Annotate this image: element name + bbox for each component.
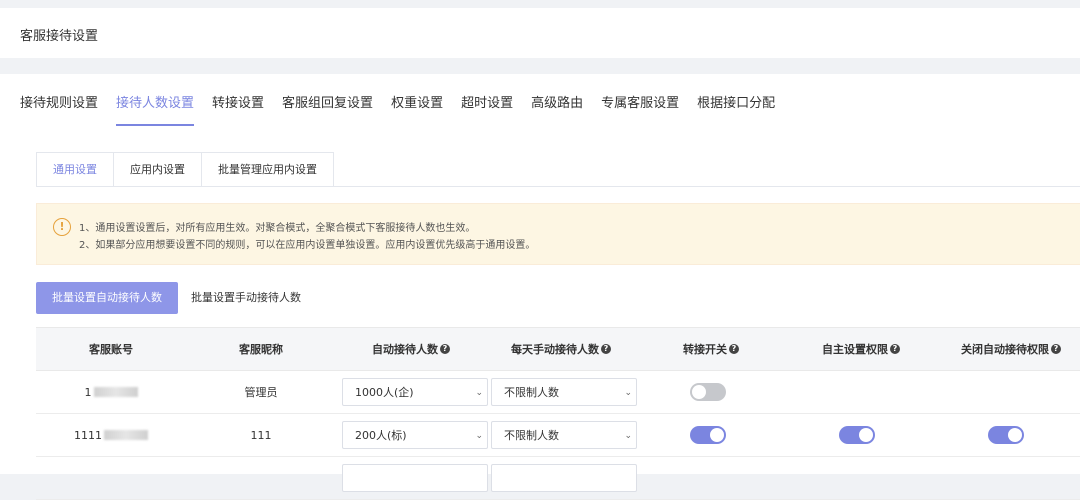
help-icon[interactable]: ? [440,344,450,354]
header-manual-count: 每天手动接待人数? [486,328,636,370]
toggle-knob [1008,428,1022,442]
auto-count-select[interactable]: 1000人(企) ⌄ [342,378,488,406]
batch-manual-button[interactable]: 批量设置手动接待人数 [191,282,301,314]
main-tabs: 接待规则设置 接待人数设置 转接设置 客服组回复设置 权重设置 超时设置 高级路… [20,94,793,128]
notice-line-2: 2、如果部分应用想要设置不同的规则，可以在应用内设置单独设置。应用内设置优先级高… [79,240,536,251]
account-cell: 1111 [36,414,186,456]
tab-dedicated-agent[interactable]: 专属客服设置 [601,94,688,126]
header-nickname: 客服昵称 [239,343,283,356]
transfer-toggle[interactable] [690,426,726,444]
subtab-in-app[interactable]: 应用内设置 [114,152,202,187]
chevron-down-icon: ⌄ [475,388,483,398]
settings-panel: 接待规则设置 接待人数设置 转接设置 客服组回复设置 权重设置 超时设置 高级路… [0,74,1080,500]
redacted-block [104,430,148,440]
table-row [36,457,1080,500]
batch-auto-button[interactable]: 批量设置自动接待人数 [36,282,178,314]
table-row: 1111 111 200人(标) ⌄ 不限制人数 ⌄ [36,414,1080,457]
transfer-toggle[interactable] [690,383,726,401]
help-icon[interactable]: ? [601,344,611,354]
self-perm-toggle[interactable] [839,426,875,444]
manual-count-select[interactable]: 不限制人数 ⌄ [491,378,637,406]
chevron-down-icon: ⌄ [624,431,632,441]
redacted-block [93,387,138,397]
header-close-auto-perm: 关闭自动接待权限? [936,328,1080,370]
header-auto-count: 自动接待人数? [336,328,486,370]
tab-reception-count[interactable]: 接待人数设置 [116,94,203,126]
auto-count-select[interactable] [342,464,488,492]
toggle-knob [710,428,724,442]
page-header: 客服接待设置 [0,8,1080,58]
header-account: 客服账号 [89,343,133,356]
tab-weight[interactable]: 权重设置 [391,94,452,126]
page-title: 客服接待设置 [20,29,99,44]
header-transfer: 转接开关? [636,328,786,370]
table-header: 客服账号 客服昵称 自动接待人数? 每天手动接待人数? 转接开关? 自主设置权限… [36,327,1080,371]
nickname-cell: 管理员 [244,386,278,399]
tab-group-reply[interactable]: 客服组回复设置 [282,94,382,126]
notice-line-1: 1、通用设置设置后，对所有应用生效。对聚合模式，全聚合模式下客服接待人数也生效。 [79,223,476,234]
account-cell: 1 [36,371,186,413]
manual-count-select[interactable] [491,464,637,492]
toggle-knob [859,428,873,442]
auto-count-select[interactable]: 200人(标) ⌄ [342,421,488,449]
subtabs-divider [36,186,1080,187]
notice-box: ! 1、通用设置设置后，对所有应用生效。对聚合模式，全聚合模式下客服接待人数也生… [36,203,1080,265]
sub-tabs: 通用设置 应用内设置 批量管理应用内设置 [36,152,334,187]
subtab-general[interactable]: 通用设置 [36,152,114,187]
header-self-perm: 自主设置权限? [786,328,936,370]
chevron-down-icon: ⌄ [475,431,483,441]
toggle-knob [692,385,706,399]
tab-timeout[interactable]: 超时设置 [461,94,522,126]
tab-transfer[interactable]: 转接设置 [212,94,273,126]
warning-icon: ! [53,218,71,236]
help-icon[interactable]: ? [1051,344,1061,354]
tab-api-allocation[interactable]: 根据接口分配 [697,94,784,126]
chevron-down-icon: ⌄ [624,388,632,398]
tab-advanced-routing[interactable]: 高级路由 [531,94,592,126]
table-row: 1 管理员 1000人(企) ⌄ 不限制人数 ⌄ [36,371,1080,414]
agents-table: 客服账号 客服昵称 自动接待人数? 每天手动接待人数? 转接开关? 自主设置权限… [36,327,1080,500]
manual-count-select[interactable]: 不限制人数 ⌄ [491,421,637,449]
subtab-batch-in-app[interactable]: 批量管理应用内设置 [202,152,334,187]
help-icon[interactable]: ? [890,344,900,354]
tab-reception-rules[interactable]: 接待规则设置 [20,94,107,126]
help-icon[interactable]: ? [729,344,739,354]
nickname-cell: 111 [250,428,272,442]
close-auto-perm-toggle[interactable] [988,426,1024,444]
